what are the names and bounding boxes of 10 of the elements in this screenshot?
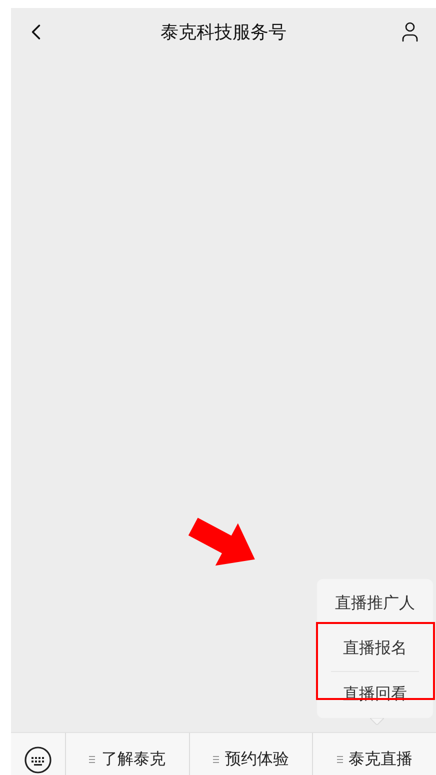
menu-lines-icon (336, 756, 343, 762)
submenu-item[interactable]: 直播推广人 (331, 581, 419, 626)
menu-lines-icon (213, 756, 219, 762)
menu-tab[interactable]: 了解泰克 (66, 733, 190, 775)
keyboard-icon[interactable] (24, 746, 52, 774)
menu-tab[interactable]: 泰克直播 (313, 733, 436, 775)
menu-tab[interactable]: 预约体验 (190, 733, 314, 775)
submenu-item[interactable]: 直播报名 (331, 626, 419, 671)
menu-lines-icon (89, 756, 96, 762)
window-title: 泰克科技服务号 (160, 21, 286, 44)
